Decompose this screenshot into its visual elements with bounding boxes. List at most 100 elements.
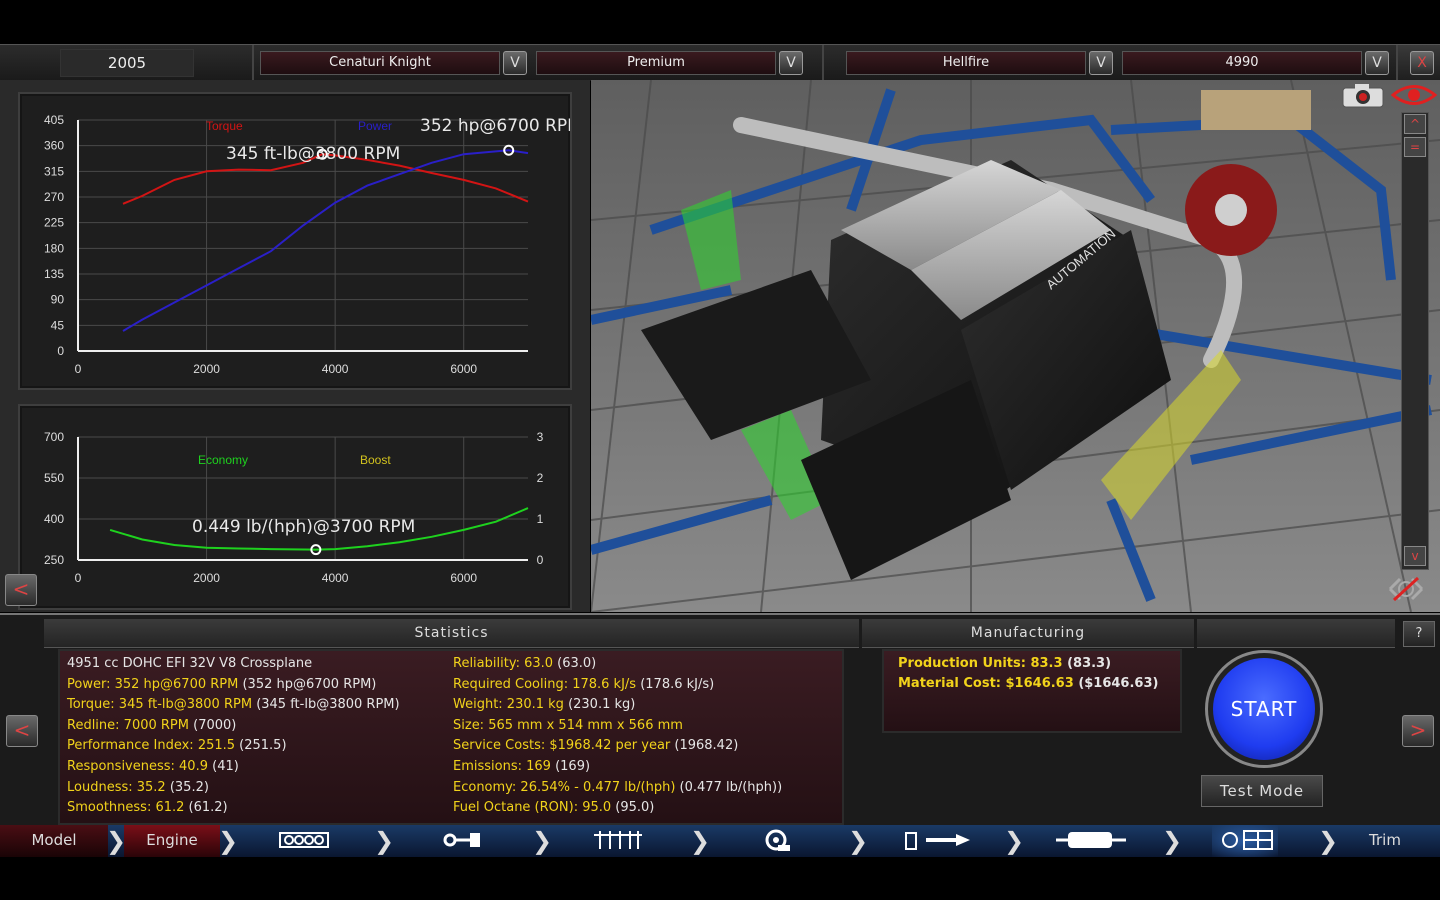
nav-trim[interactable]: Trim <box>1340 825 1430 857</box>
stat-value: (251.5) <box>235 738 287 754</box>
chevron-right-icon: ❯ <box>1004 827 1025 855</box>
stat-label: Size: 565 mm x 514 mm x 566 mm <box>453 717 683 733</box>
x-tick-label: 4000 <box>322 362 349 376</box>
stat-label: Weight: 230.1 kg <box>453 697 564 713</box>
eye-icon[interactable] <box>1390 82 1438 108</box>
stat-line-right-6: Economy: 26.54% - 0.477 lb/(hph) (0.477 … <box>453 780 782 795</box>
zoom-up-button[interactable]: ^ <box>1404 114 1426 134</box>
start-button-ring: START <box>1205 650 1323 768</box>
chevron-right-icon: ❯ <box>218 827 239 855</box>
stat-value: (0.477 lb/(hph)) <box>675 779 783 795</box>
y-tick-label: 250 <box>44 553 64 567</box>
stat-line-right-1: Required Cooling: 178.6 kJ/s (178.6 kJ/s… <box>453 677 714 692</box>
stat-line-left-5: Responsiveness: 40.9 (41) <box>67 759 239 774</box>
legend-torque: Torque <box>206 119 243 133</box>
nav-model[interactable]: Model <box>0 825 108 857</box>
stat-label: Loudness: 35.2 <box>67 779 166 795</box>
stat-value: (345 ft-lb@3800 RPM) <box>252 697 400 713</box>
zoom-handle[interactable]: = <box>1404 137 1426 157</box>
stat-value: (352 hp@6700 RPM) <box>238 676 377 692</box>
stat-line-right-0: Reliability: 63.0 (63.0) <box>453 656 596 671</box>
stat-line-right-2: Weight: 230.1 kg (230.1 kg) <box>453 697 635 712</box>
stat-value: (169) <box>550 759 591 774</box>
zoom-down-button[interactable]: v <box>1404 546 1426 566</box>
reset-view-icon[interactable] <box>1386 574 1426 604</box>
stat-line-left-0: 4951 cc DOHC EFI 32V V8 Crossplane <box>67 656 312 671</box>
stat-value: (63.0) <box>553 656 597 671</box>
prev-page-button[interactable]: < <box>6 715 38 747</box>
model-dropdown-button[interactable]: V <box>503 51 527 75</box>
start-button[interactable]: START <box>1213 658 1315 760</box>
block-icon[interactable] <box>272 825 336 857</box>
stat-value: (1968.42) <box>670 738 739 754</box>
engine-family-dropdown-button[interactable]: V <box>1089 51 1113 75</box>
chevron-right-icon: ❯ <box>848 827 869 855</box>
prev-chart-button[interactable]: < <box>5 574 37 606</box>
charts-panel: 0 2000 4000 6000 405 360 315 270 225 180 135 90 45 0 T… <box>0 80 590 612</box>
engine-3d-view[interactable]: AUTOMATION ^ = v <box>591 80 1440 612</box>
nav-engine[interactable]: Engine <box>124 825 220 857</box>
engine-family-select[interactable]: Hellfire <box>846 51 1086 75</box>
stat-label: Performance Index: 251.5 <box>67 738 236 754</box>
material-cost-line: Material Cost: $1646.63 ($1646.63) <box>898 676 1159 691</box>
manufacturing-box: Production Units: 83.3 (83.3) Material C… <box>882 649 1182 733</box>
stat-label: Reliability: 63.0 <box>453 656 554 671</box>
x-tick-label: 0 <box>75 571 82 585</box>
y-tick-label: 700 <box>44 430 64 444</box>
stat-label: 4951 cc DOHC EFI 32V V8 Crossplane <box>67 656 313 671</box>
bottom-nav: Model ❯ Engine ❯ ❯ ❯ ❯ ❯ ❯ ❯ ❯ Trim <box>0 825 1440 857</box>
stat-line-right-5: Emissions: 169 (169) <box>453 759 590 774</box>
y-tick-label: 270 <box>44 190 64 204</box>
dyno-icon[interactable] <box>1212 825 1278 857</box>
stats-panel: Statistics Manufacturing ? < > 4951 cc D… <box>0 613 1440 827</box>
fuel-icon[interactable] <box>900 825 974 857</box>
exhaust-icon[interactable] <box>1054 825 1128 857</box>
stat-line-right-7: Fuel Octane (RON): 95.0 (95.0) <box>453 800 654 815</box>
heads-icon[interactable] <box>590 825 646 857</box>
chevron-right-icon: ❯ <box>1318 827 1339 855</box>
next-page-button[interactable]: > <box>1402 715 1434 747</box>
stat-line-right-3: Size: 565 mm x 514 mm x 566 mm <box>453 718 683 733</box>
chevron-right-icon: ❯ <box>374 827 395 855</box>
trim-dropdown-button[interactable]: V <box>779 51 803 75</box>
statistics-header: Statistics <box>44 619 859 648</box>
model-select[interactable]: Cenaturi Knight <box>260 51 500 75</box>
stat-line-left-1: Power: 352 hp@6700 RPM (352 hp@6700 RPM) <box>67 677 376 692</box>
x-tick-label: 4000 <box>322 571 349 585</box>
y2-tick-label: 0 <box>537 553 544 567</box>
y-tick-label: 135 <box>44 267 64 281</box>
economy-boost-chart: 0 2000 4000 6000 700 550 400 250 3 2 1 0 Economy Boos… <box>44 430 544 585</box>
economy-boost-chart-frame: 0 2000 4000 6000 700 550 400 250 3 2 1 0 Economy Boos… <box>18 404 572 610</box>
crank-icon[interactable] <box>436 825 486 857</box>
stat-label: Redline: 7000 RPM <box>67 717 189 733</box>
stat-label: Power: 352 hp@6700 RPM <box>67 676 239 692</box>
zoom-scrollbar[interactable] <box>1401 112 1429 570</box>
stat-line-left-7: Smoothness: 61.2 (61.2) <box>67 800 228 815</box>
camera-icon[interactable] <box>1341 82 1385 108</box>
turbo-icon[interactable] <box>756 825 796 857</box>
close-button[interactable]: X <box>1410 51 1434 75</box>
y-tick-label: 90 <box>51 293 65 307</box>
peak-power-label: 352 hp@6700 RPM <box>420 116 570 136</box>
engine-variant-dropdown-button[interactable]: V <box>1365 51 1389 75</box>
engine-segment: Hellfire V 4990 V <box>824 45 1398 81</box>
year-segment: 2005 <box>0 45 254 81</box>
test-mode-button[interactable]: Test Mode <box>1201 775 1323 807</box>
stat-line-left-6: Loudness: 35.2 (35.2) <box>67 780 209 795</box>
peak-torque-label: 345 ft-lb@3800 RPM <box>226 144 400 164</box>
stat-label: Responsiveness: 40.9 <box>67 759 208 774</box>
stat-value: (7000) <box>188 717 237 733</box>
stat-value: (41) <box>207 759 239 774</box>
trim-select[interactable]: Premium <box>536 51 776 75</box>
help-button[interactable]: ? <box>1403 621 1435 647</box>
stat-label: Smoothness: 61.2 <box>67 800 185 816</box>
engine-variant-select[interactable]: 4990 <box>1122 51 1362 75</box>
stat-label: Torque: 345 ft-lb@3800 RPM <box>67 697 253 713</box>
stat-value: (178.6 kJ/s) <box>636 676 715 692</box>
model-segment: Cenaturi Knight V Premium V <box>254 45 824 81</box>
stat-label: Service Costs: $1968.42 per year <box>453 738 671 754</box>
legend-power: Power <box>358 119 392 133</box>
x-tick-label: 2000 <box>193 362 220 376</box>
y-tick-label: 225 <box>44 216 64 230</box>
chevron-right-icon: ❯ <box>1162 827 1183 855</box>
